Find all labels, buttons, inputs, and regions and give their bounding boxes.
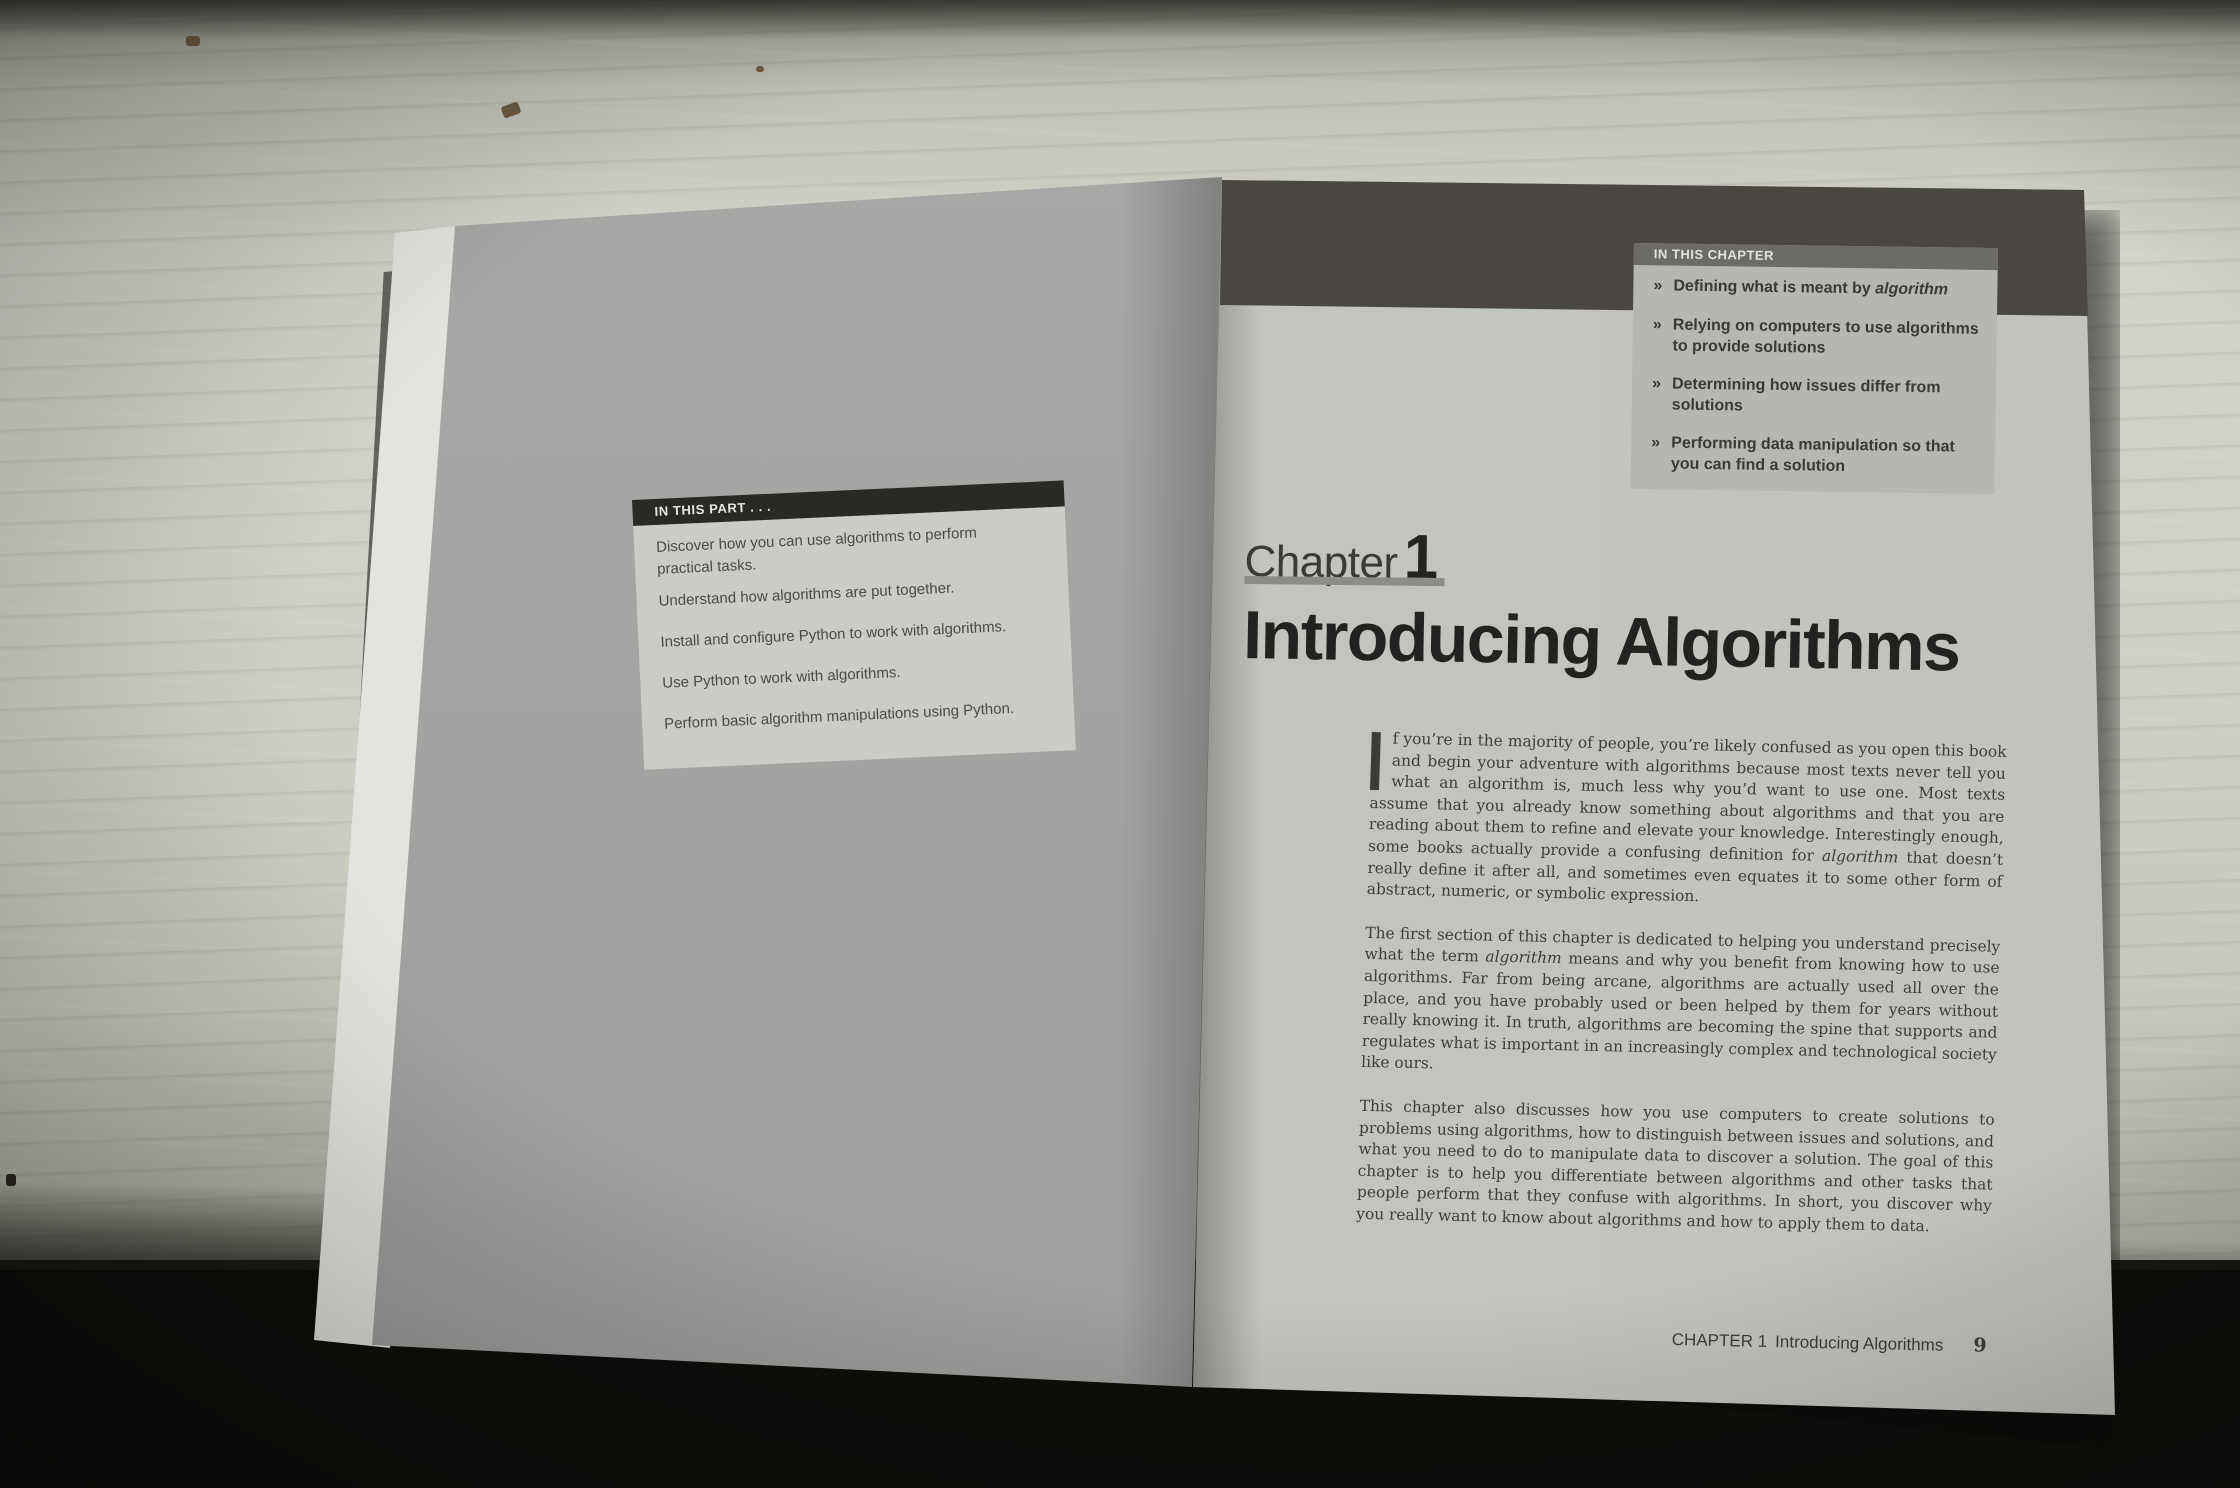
part-item: Understand how algorithms are put togeth…	[658, 579, 955, 610]
part-item: Install and configure Python to work wit…	[660, 618, 1007, 651]
bullet-glyph: »	[1651, 375, 1662, 393]
chapter-title: Introducing Algorithms	[1242, 596, 1961, 686]
goal-text: Determining how issues differ from solut…	[1671, 375, 1941, 415]
paragraph-text: This chapter also discusses how you use …	[1356, 1096, 1995, 1236]
part-item: Perform basic algorithm manipulations us…	[663, 699, 1015, 733]
paragraph-text: means and why you benefit from knowing h…	[1360, 949, 2000, 1073]
goal-text: Relying on computers to use algorithms t…	[1672, 316, 1979, 357]
footer-chapter: CHAPTER 1	[1671, 1329, 1768, 1351]
chapter-body: f you’re in the majority of people, you’…	[1355, 728, 2007, 1261]
body-paragraph: The first section of this chapter is ded…	[1361, 923, 2001, 1088]
goal-emphasis: algorithm	[1875, 280, 1949, 299]
part-item: Use Python to work with algorithms.	[661, 664, 901, 692]
goal-text: Performing data manipulation so that you…	[1670, 434, 1955, 475]
footer-title: Introducing Algorithms	[1774, 1332, 1944, 1355]
bullet-glyph: »	[1651, 434, 1661, 452]
goal-text: Defining what is meant by	[1673, 277, 1876, 298]
page-number: 9	[1973, 1334, 1987, 1357]
paragraph-emphasis: algorithm	[1485, 947, 1562, 968]
chapter-goal-item: » Relying on computers to use algorithms…	[1652, 314, 1983, 361]
bullet-glyph: »	[1653, 277, 1663, 295]
paragraph-text: f you’re in the majority of people, you’…	[1367, 729, 2007, 865]
body-paragraph: This chapter also discusses how you use …	[1356, 1096, 1995, 1239]
open-book: IN THIS PART . . . Discover how you can …	[0, 0, 2240, 1488]
in-this-chapter-heading: IN THIS CHAPTER	[1633, 243, 1998, 271]
photo-scene: IN THIS PART . . . Discover how you can …	[0, 0, 2240, 1488]
in-this-part-box: IN THIS PART . . . Discover how you can …	[632, 480, 1076, 770]
part-item: Discover how you can use algorithms to p…	[655, 524, 978, 578]
in-this-chapter-box: IN THIS CHAPTER » Defining what is meant…	[1630, 243, 1998, 495]
chapter-goal-item: » Defining what is meant by algorithm	[1653, 275, 1983, 301]
paragraph-emphasis: algorithm	[1821, 846, 1899, 867]
drop-cap	[1369, 731, 1381, 791]
chapter-label: Chapter1	[1244, 520, 1445, 593]
chapter-goal-item: » Performing data manipulation so that y…	[1651, 432, 1982, 479]
bullet-glyph: »	[1652, 316, 1662, 334]
body-paragraph: f you’re in the majority of people, you’…	[1366, 728, 2007, 915]
chapter-goal-item: » Determining how issues differ from sol…	[1652, 373, 1983, 420]
